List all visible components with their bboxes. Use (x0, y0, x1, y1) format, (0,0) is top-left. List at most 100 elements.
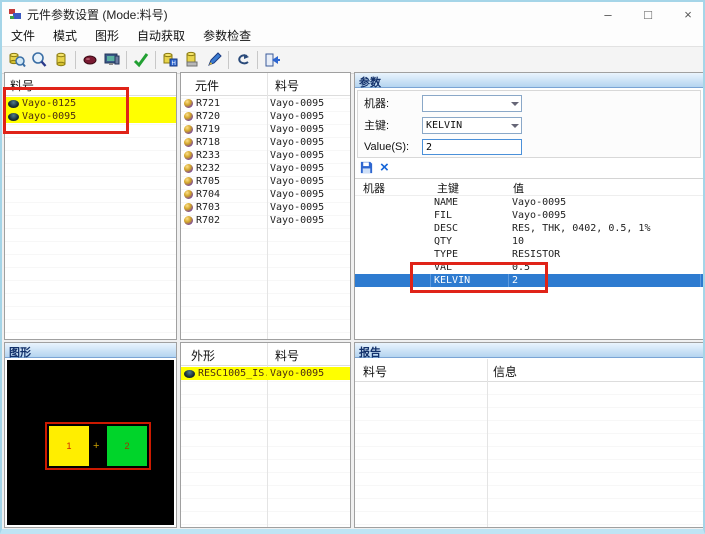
component-icon (184, 216, 193, 225)
column-header: 料号 (275, 77, 299, 94)
param-row[interactable]: KELVIN2 (355, 274, 703, 287)
component-row[interactable]: R720Vayo-0095 (181, 110, 350, 123)
report-panel-title: 报告 (355, 343, 703, 358)
save-db-icon[interactable]: H (159, 49, 181, 71)
component-icon (184, 125, 193, 134)
floppy-save-icon (359, 160, 374, 175)
toolbar-separator (126, 51, 127, 69)
column-header: 主键 (437, 180, 459, 196)
column-header: 料号 (363, 363, 387, 380)
machine-label: 机器: (364, 95, 389, 111)
menu-mode[interactable]: 模式 (44, 26, 86, 46)
component-row[interactable]: R703Vayo-0095 (181, 201, 350, 214)
shape-list-rows: RESC1005_IS...Vayo-0095 (181, 367, 350, 380)
component-icon (184, 112, 193, 121)
part-list-item[interactable]: Vayo-0095 (5, 110, 176, 123)
close-button[interactable]: × (681, 7, 695, 22)
component-row[interactable]: R719Vayo-0095 (181, 123, 350, 136)
component-row[interactable]: R705Vayo-0095 (181, 175, 350, 188)
value-input[interactable] (422, 139, 522, 155)
monitor-icon[interactable] (101, 49, 123, 71)
component-icon (184, 164, 193, 173)
column-divider (487, 359, 488, 527)
search-icon[interactable] (28, 49, 50, 71)
minimize-button[interactable]: – (601, 7, 615, 22)
param-row[interactable]: VAL0.5 (355, 261, 703, 274)
edit-pen-icon[interactable] (203, 49, 225, 71)
window-title: 元件参数设置 (Mode:料号) (27, 6, 168, 23)
column-header: 元件 (195, 77, 219, 94)
graphics-panel-title: 图形 (5, 343, 176, 358)
part-list-item[interactable]: Vayo-0125 (5, 97, 176, 110)
part-list-rows: Vayo-0125Vayo-0095 (5, 97, 176, 123)
component-icon (184, 203, 193, 212)
chevron-down-icon (511, 102, 519, 106)
footprint-pad-1: 1 (49, 426, 89, 466)
lens-icon[interactable] (79, 49, 101, 71)
column-header: 信息 (493, 363, 517, 380)
report-panel: 报告 料号 信息 (354, 342, 704, 528)
shape-icon (184, 370, 195, 378)
app-window: 元件参数设置 (Mode:料号) – □ × 文件 模式 图形 自动获取 参数检… (0, 0, 705, 534)
column-header: 值 (513, 180, 524, 196)
component-list-rows: R721Vayo-0095R720Vayo-0095R719Vayo-0095R… (181, 97, 350, 227)
component-icon (184, 99, 193, 108)
param-row[interactable]: QTY10 (355, 235, 703, 248)
params-panel: 参数 机器: 主键: KELVIN Value(S): (354, 72, 704, 340)
component-row[interactable]: R718Vayo-0095 (181, 136, 350, 149)
toolbar-separator (155, 51, 156, 69)
toolbar-separator (75, 51, 76, 69)
menu-param-check[interactable]: 参数检查 (194, 26, 260, 46)
machine-select[interactable] (422, 95, 522, 112)
app-icon (8, 7, 22, 21)
component-row[interactable]: R721Vayo-0095 (181, 97, 350, 110)
shape-panel: 外形 料号 RESC1005_IS...Vayo-0095 (180, 342, 351, 528)
param-row[interactable]: DESCRES, THK, 0402, 0.5, 1% (355, 222, 703, 235)
svg-text:H: H (172, 61, 176, 67)
param-table-header: 机器 主键 值 (355, 179, 703, 196)
shape-row[interactable]: RESC1005_IS...Vayo-0095 (181, 367, 350, 380)
column-header: 料号 (275, 347, 299, 364)
load-db-icon[interactable] (181, 49, 203, 71)
toolbar-separator (228, 51, 229, 69)
menu-graphics[interactable]: 图形 (86, 26, 128, 46)
key-label: 主键: (364, 117, 389, 133)
param-row[interactable]: FILVayo-0095 (355, 209, 703, 222)
maximize-button[interactable]: □ (641, 7, 655, 22)
component-row[interactable]: R233Vayo-0095 (181, 149, 350, 162)
component-list-panel: 元件 料号 R721Vayo-0095R720Vayo-0095R719Vayo… (180, 72, 351, 340)
save-param-button[interactable] (359, 160, 374, 175)
part-icon (8, 100, 19, 108)
toolbar: H (2, 46, 703, 74)
column-header: 料号 (10, 77, 34, 94)
part-icon (8, 113, 19, 121)
params-minibar: × (355, 157, 703, 179)
footprint-canvas[interactable]: 1 2 + (7, 360, 174, 525)
component-icon (184, 190, 193, 199)
check-icon[interactable] (130, 49, 152, 71)
component-row[interactable]: R704Vayo-0095 (181, 188, 350, 201)
database-icon[interactable] (50, 49, 72, 71)
report-list-header: 料号 信息 (355, 359, 703, 382)
key-select-value: KELVIN (426, 120, 462, 131)
component-icon (184, 177, 193, 186)
param-row[interactable]: NAMEVayo-0095 (355, 196, 703, 209)
undo-icon[interactable] (232, 49, 254, 71)
column-header: 机器 (363, 180, 385, 196)
delete-param-button[interactable]: × (380, 160, 389, 175)
footprint-center-cross: + (93, 440, 99, 452)
component-row[interactable]: R702Vayo-0095 (181, 214, 350, 227)
graphics-panel: 图形 1 2 + (4, 342, 177, 528)
params-form: 机器: 主键: KELVIN Value(S): (357, 90, 701, 158)
chevron-down-icon (511, 124, 519, 128)
component-row[interactable]: R232Vayo-0095 (181, 162, 350, 175)
title-bar: 元件参数设置 (Mode:料号) – □ × (2, 2, 703, 26)
find-part-icon[interactable] (6, 49, 28, 71)
menu-file[interactable]: 文件 (2, 26, 44, 46)
component-icon (184, 151, 193, 160)
component-icon (184, 138, 193, 147)
menu-auto-acquire[interactable]: 自动获取 (128, 26, 194, 46)
key-select[interactable]: KELVIN (422, 117, 522, 134)
exit-icon[interactable] (261, 49, 283, 71)
param-row[interactable]: TYPERESISTOR (355, 248, 703, 261)
